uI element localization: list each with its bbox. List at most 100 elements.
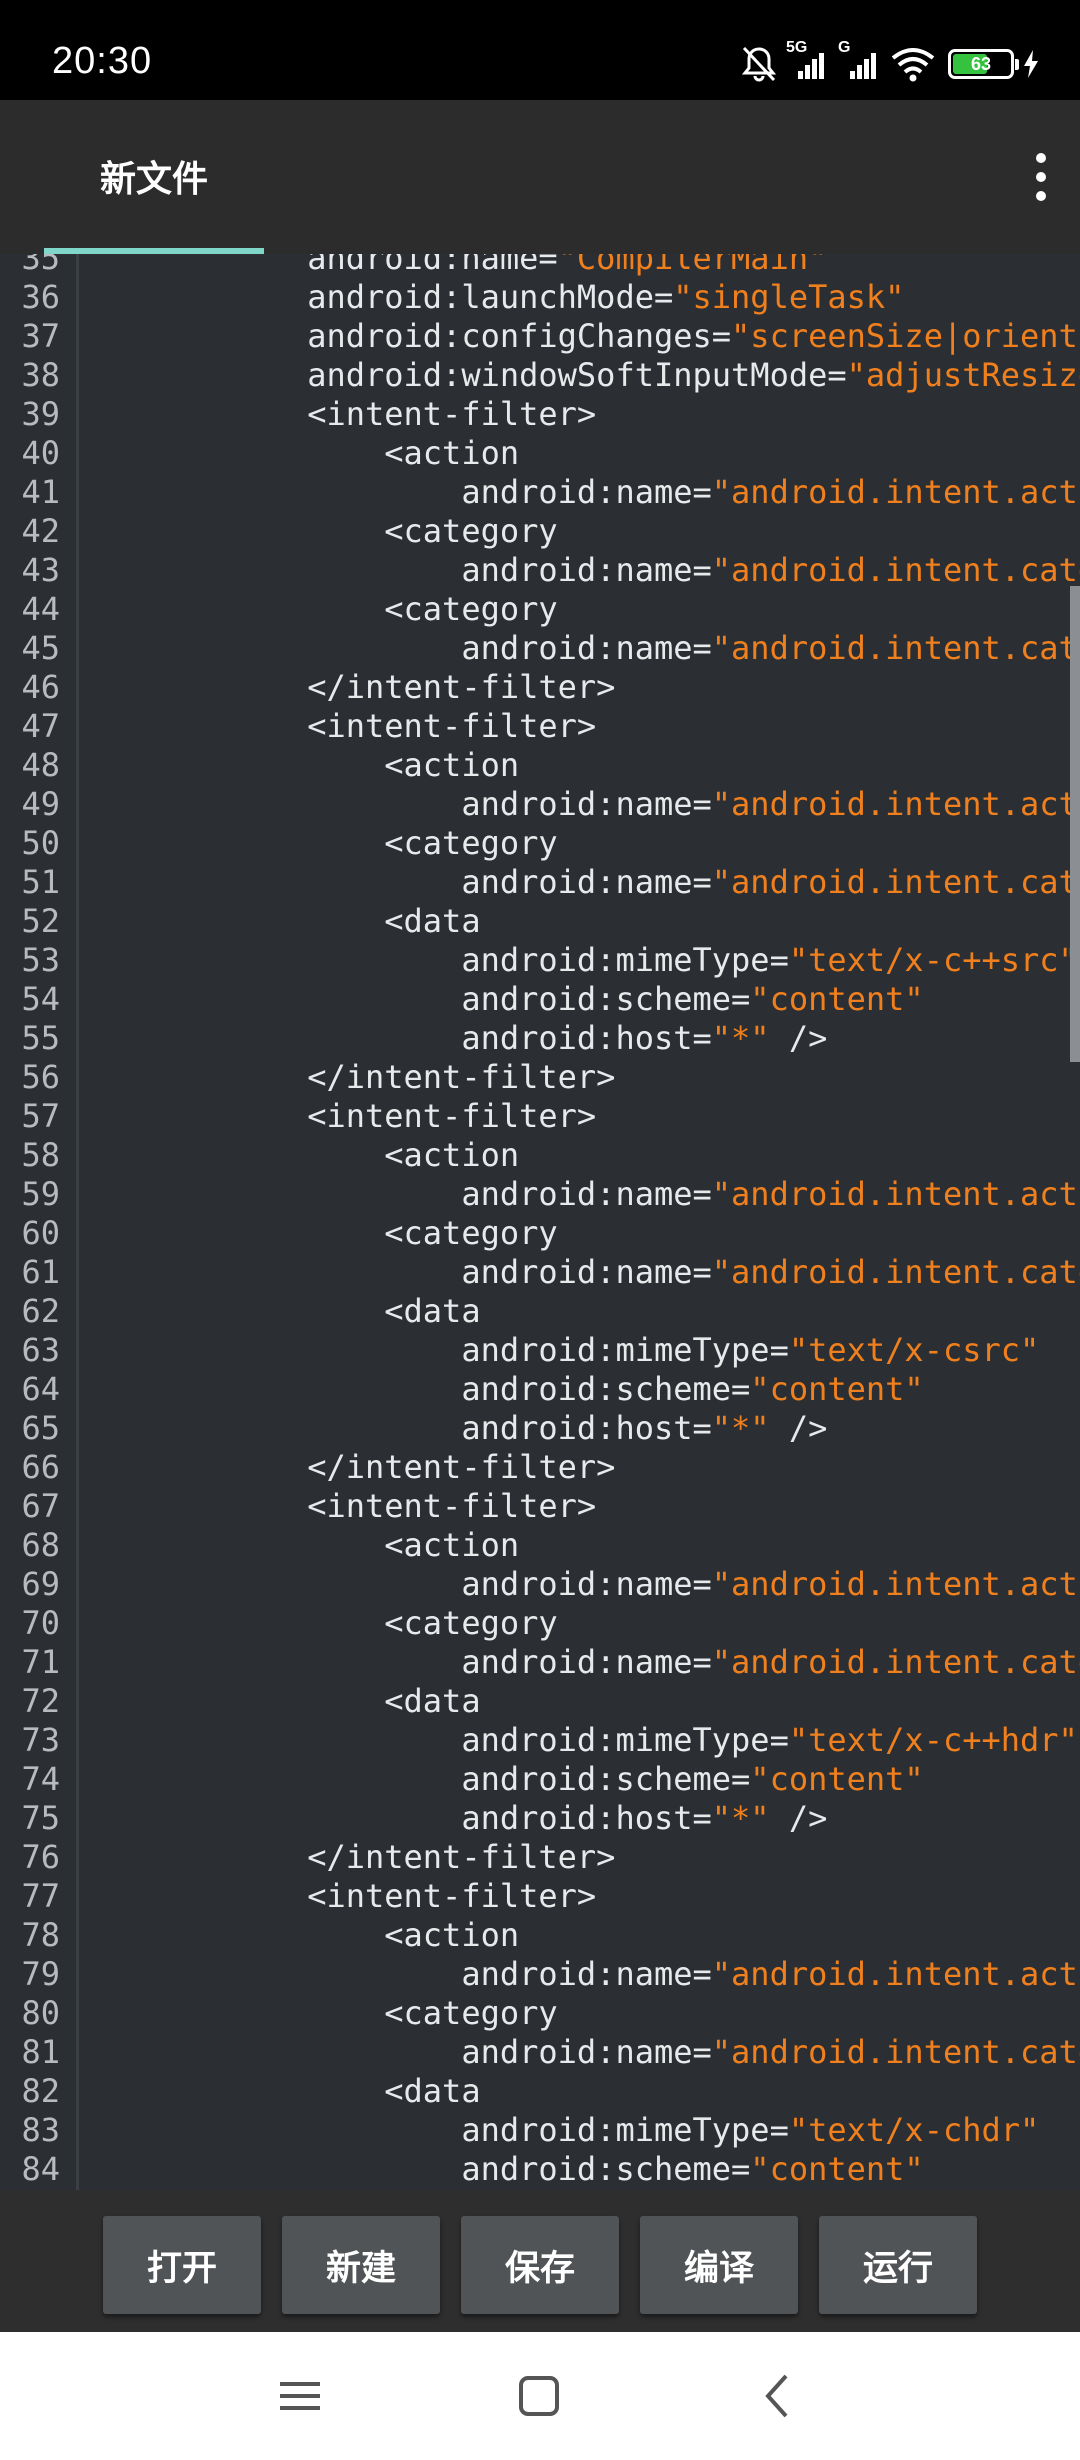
network-type-label: 5G <box>786 39 808 56</box>
code-text: android:name="android.intent.category.DE… <box>76 1253 1080 1292</box>
code-editor[interactable]: 35 android:name="CompilerMain" 36 android… <box>0 254 1080 2190</box>
line-number: 35 <box>21 254 60 277</box>
code-token: <data <box>76 1682 481 1720</box>
new-button[interactable]: 新建 <box>282 2216 440 2314</box>
line-number: 60 <box>21 1214 60 1252</box>
string-token: "content" <box>750 2150 924 2188</box>
code-text: android:scheme="content" <box>76 1370 924 1409</box>
code-line: 37 android:configChanges="screenSize|ori… <box>0 317 1080 356</box>
code-line: 58 <action <box>0 1136 1080 1175</box>
code-text: android:name="android.intent.category.DE… <box>76 1643 1080 1682</box>
line-number: 61 <box>21 1253 60 1291</box>
string-token: "text/x-csrc" <box>788 1331 1040 1369</box>
code-line: 64 android:scheme="content" <box>0 1370 1080 1409</box>
code-token: android:host= <box>76 1409 712 1447</box>
code-token: android:name= <box>76 785 712 823</box>
line-number: 49 <box>21 785 60 823</box>
string-token: "CompilerMain" <box>557 254 828 277</box>
code-token: android:name= <box>76 1253 712 1291</box>
code-token: android:mimeType= <box>76 1331 789 1369</box>
code-text: <intent-filter> <box>76 1097 596 1136</box>
home-icon[interactable] <box>499 2356 579 2436</box>
code-text: android:name="android.intent.category.DE… <box>76 551 1080 590</box>
line-number: 57 <box>21 1097 60 1135</box>
code-line: 41 android:name="android.intent.action.V… <box>0 473 1080 512</box>
string-token: "content" <box>750 980 924 1018</box>
code-text: <intent-filter> <box>76 1487 596 1526</box>
code-lines: 35 android:name="CompilerMain" 36 android… <box>0 254 1080 2189</box>
string-token: "content" <box>750 1370 924 1408</box>
code-token: <intent-filter> <box>76 1877 597 1915</box>
code-text: android:host="*" /> <box>76 1799 827 1838</box>
line-number: 70 <box>21 1604 60 1642</box>
line-number: 41 <box>21 473 60 511</box>
code-token: <data <box>76 2072 481 2110</box>
code-text: android:windowSoftInputMode="adjustResiz… <box>76 356 1080 395</box>
compile-button[interactable]: 编译 <box>640 2216 798 2314</box>
code-text: <action <box>76 746 519 785</box>
status-icons: 5G G 63 <box>740 39 1040 88</box>
code-token: <intent-filter> <box>76 1487 597 1525</box>
code-text: </intent-filter> <box>76 1058 615 1097</box>
line-number: 38 <box>21 356 60 394</box>
code-text: <action <box>76 434 519 473</box>
line-number: 63 <box>21 1331 60 1369</box>
code-token: <category <box>76 1214 558 1252</box>
code-token: android:name= <box>76 473 712 511</box>
code-token: android:windowSoftInputMode= <box>76 356 847 394</box>
back-icon[interactable] <box>738 2356 818 2436</box>
line-number: 47 <box>21 707 60 745</box>
line-number: 79 <box>21 1955 60 1993</box>
code-token: android:name= <box>76 551 712 589</box>
code-line: 84 android:scheme="content" <box>0 2150 1080 2189</box>
code-text: <action <box>76 1916 519 1955</box>
string-token: "screenSize|orientation" <box>731 317 1080 355</box>
string-token: "android.intent.category.DEFAULT" <box>711 2033 1080 2071</box>
code-line: 79 android:name="android.intent.action.V… <box>0 1955 1080 1994</box>
scrollbar[interactable] <box>1070 586 1080 1062</box>
line-number: 55 <box>21 1019 60 1057</box>
code-line: 52 <data <box>0 902 1080 941</box>
string-token: "android.intent.action.VIEW" <box>711 1175 1080 1213</box>
code-token: /> <box>769 1019 828 1057</box>
code-text: <category <box>76 824 557 863</box>
code-line: 83 android:mimeType="text/x-chdr" <box>0 2111 1080 2150</box>
code-text: android:mimeType="text/x-c++hdr" <box>76 1721 1078 1760</box>
line-number: 44 <box>21 590 60 628</box>
string-token: "text/x-c++src" <box>788 941 1078 979</box>
line-number: 46 <box>21 668 60 706</box>
code-token: /> <box>769 1409 828 1447</box>
code-line: 55 android:host="*" /> <box>0 1019 1080 1058</box>
code-text: android:mimeType="text/x-csrc" <box>76 1331 1039 1370</box>
code-text: android:configChanges="screenSize|orient… <box>76 317 1080 356</box>
tab-new-file[interactable]: 新文件 <box>44 100 264 254</box>
code-text: android:name="CompilerMain" <box>76 254 827 278</box>
signal-icon: G <box>838 39 882 81</box>
menu-icon[interactable] <box>260 2356 340 2436</box>
code-line: 54 android:scheme="content" <box>0 980 1080 1019</box>
code-text: android:mimeType="text/x-chdr" <box>76 2111 1039 2150</box>
code-text: android:host="*" /> <box>76 1019 827 1058</box>
code-line: 74 android:scheme="content" <box>0 1760 1080 1799</box>
status-bar: 20:30 5G G 63 <box>0 0 1080 100</box>
code-token: <action <box>76 1526 520 1564</box>
code-token: android:name= <box>76 1565 712 1603</box>
string-token: "android.intent.action.VIEW" <box>711 1955 1080 1993</box>
code-token: <category <box>76 590 558 628</box>
code-text: android:name="android.intent.category.DE… <box>76 863 1080 902</box>
string-token: "android.intent.action.VIEW" <box>711 473 1080 511</box>
string-token: "android.intent.action.VIEW" <box>711 785 1080 823</box>
open-button[interactable]: 打开 <box>103 2216 261 2314</box>
code-line: 36 android:launchMode="singleTask" <box>0 278 1080 317</box>
string-token: "text/x-chdr" <box>788 2111 1040 2149</box>
line-number: 75 <box>21 1799 60 1837</box>
code-line: 53 android:mimeType="text/x-c++src" <box>0 941 1080 980</box>
code-line: 44 <category <box>0 590 1080 629</box>
run-button[interactable]: 运行 <box>819 2216 977 2314</box>
code-token: <data <box>76 902 481 940</box>
code-line: 81 android:name="android.intent.category… <box>0 2033 1080 2072</box>
overflow-menu-icon[interactable] <box>1016 142 1066 212</box>
code-line: 62 <data <box>0 1292 1080 1331</box>
string-token: "android.intent.action.VIEW" <box>711 1565 1080 1603</box>
save-button[interactable]: 保存 <box>461 2216 619 2314</box>
